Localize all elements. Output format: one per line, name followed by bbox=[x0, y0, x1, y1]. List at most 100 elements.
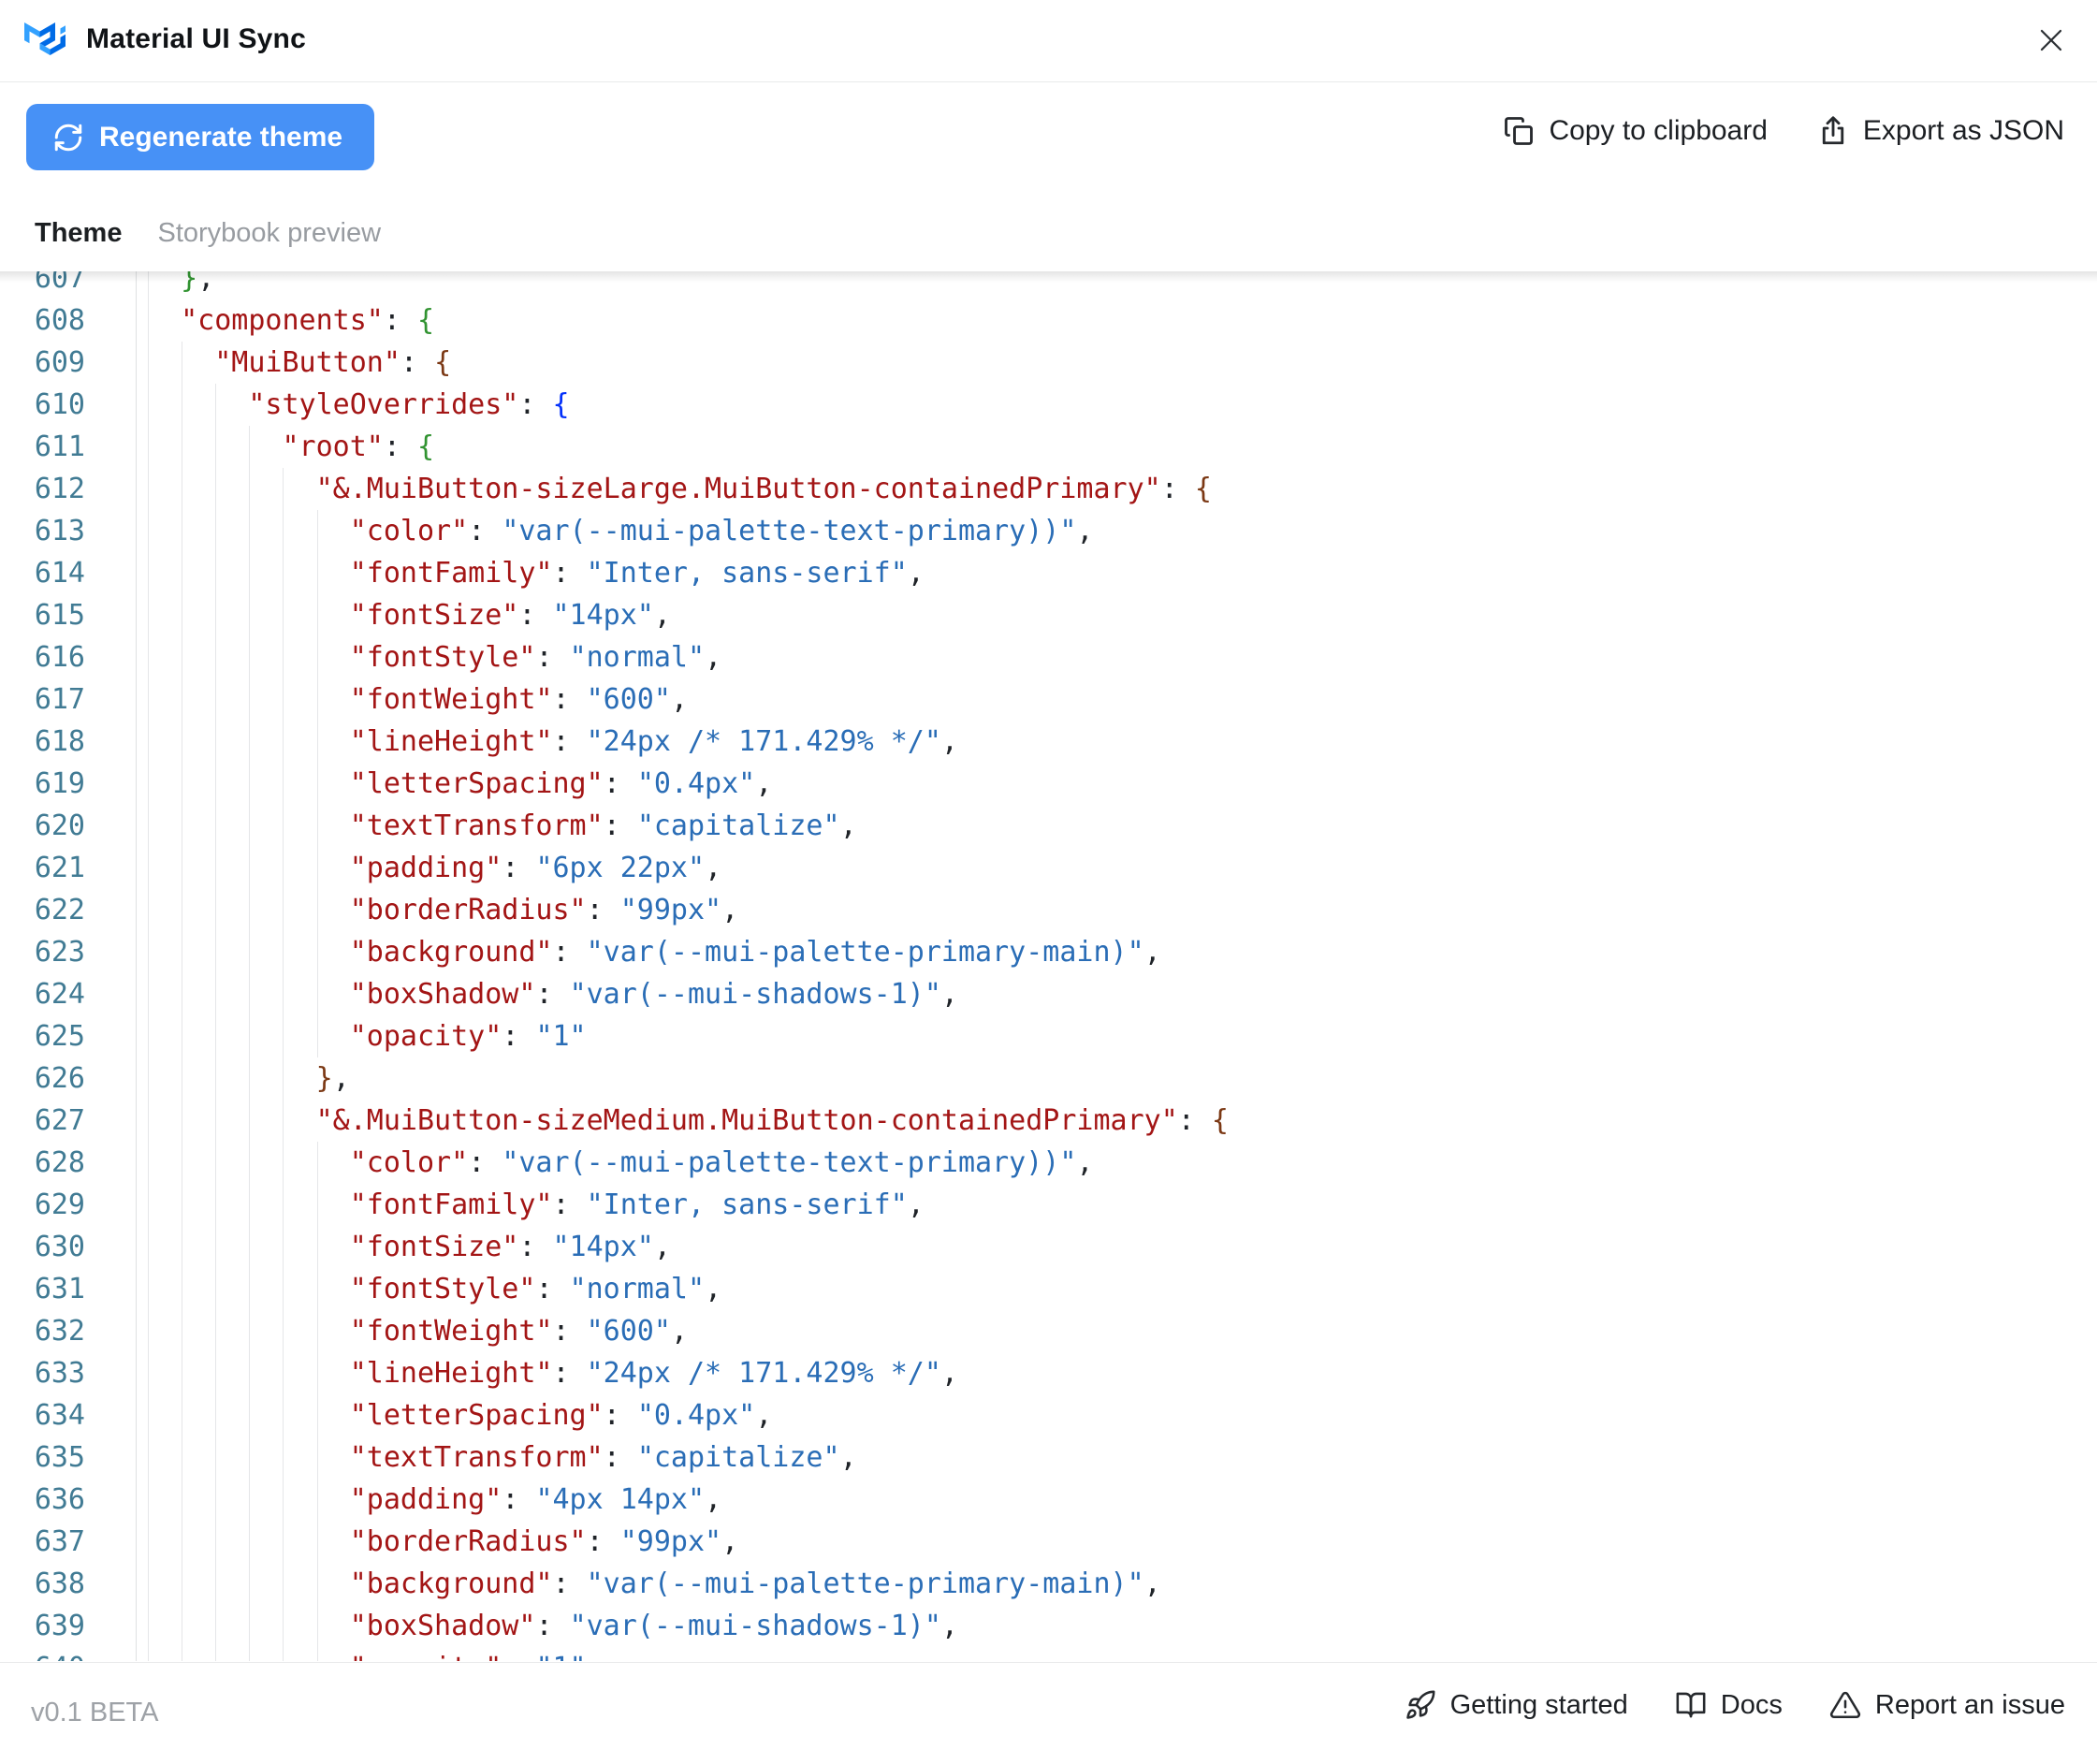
line-content: "fontWeight": "600", bbox=[137, 678, 2097, 721]
code-line-639: 639 "boxShadow": "var(--mui-shadows-1)", bbox=[0, 1605, 2097, 1647]
indent-guide bbox=[215, 1521, 217, 1563]
indent-guide bbox=[148, 805, 149, 847]
indent-guide bbox=[283, 1605, 284, 1647]
indent-guide bbox=[316, 510, 318, 552]
indent-guide bbox=[249, 1436, 251, 1479]
indent-guide bbox=[283, 636, 284, 678]
indent-guide bbox=[249, 805, 251, 847]
line-content: }, bbox=[137, 271, 2097, 299]
copy-to-clipboard-label: Copy to clipboard bbox=[1549, 115, 1768, 146]
code-line-625: 625 "opacity": "1" bbox=[0, 1015, 2097, 1057]
tab-storybook-preview[interactable]: Storybook preview bbox=[157, 218, 381, 249]
indent-guide bbox=[283, 763, 284, 805]
theme-code-editor[interactable]: 607 }, 608 "components": {609 "MuiButton"… bbox=[0, 271, 2097, 1661]
line-number: 632 bbox=[0, 1310, 137, 1352]
indent-guide bbox=[148, 299, 149, 342]
indent-guide bbox=[215, 552, 217, 594]
indent-guide bbox=[148, 847, 149, 889]
indent-guide bbox=[316, 1184, 318, 1226]
indent-guide bbox=[215, 763, 217, 805]
indent-guide bbox=[148, 1563, 149, 1605]
line-number: 611 bbox=[0, 426, 137, 468]
indent-guide bbox=[249, 1226, 251, 1268]
copy-to-clipboard-button[interactable]: Copy to clipboard bbox=[1502, 114, 1768, 148]
indent-guide bbox=[283, 1015, 284, 1057]
indent-guide bbox=[148, 271, 149, 299]
code-line-630: 630 "fontSize": "14px", bbox=[0, 1226, 2097, 1268]
regenerate-theme-button[interactable]: Regenerate theme bbox=[26, 104, 375, 170]
indent-guide bbox=[283, 1142, 284, 1184]
line-content: "lineHeight": "24px /* 171.429% */", bbox=[137, 1352, 2097, 1394]
indent-guide bbox=[283, 678, 284, 721]
indent-guide bbox=[148, 468, 149, 510]
indent-guide bbox=[215, 931, 217, 973]
brand: Material UI Sync bbox=[24, 22, 306, 55]
indent-guide bbox=[215, 594, 217, 636]
line-number: 629 bbox=[0, 1184, 137, 1226]
report-an-issue-link[interactable]: Report an issue bbox=[1829, 1689, 2065, 1721]
indent-guide bbox=[148, 1015, 149, 1057]
code-line-631: 631 "fontStyle": "normal", bbox=[0, 1268, 2097, 1310]
indent-guide bbox=[148, 1226, 149, 1268]
indent-guide bbox=[249, 1394, 251, 1436]
tab-bar: Theme Storybook preview bbox=[35, 218, 381, 249]
indent-guide bbox=[316, 973, 318, 1015]
code-line-607: 607 }, bbox=[0, 271, 2097, 299]
indent-guide bbox=[283, 973, 284, 1015]
code-line-635: 635 "textTransform": "capitalize", bbox=[0, 1436, 2097, 1479]
code-line-617: 617 "fontWeight": "600", bbox=[0, 678, 2097, 721]
line-number: 610 bbox=[0, 384, 137, 426]
indent-guide bbox=[283, 889, 284, 931]
indent-guide bbox=[316, 1521, 318, 1563]
indent-guide bbox=[316, 763, 318, 805]
indent-guide bbox=[215, 678, 217, 721]
line-content: "opacity": "1" bbox=[137, 1647, 2097, 1661]
line-number: 625 bbox=[0, 1015, 137, 1057]
line-content: "fontFamily": "Inter, sans-serif", bbox=[137, 552, 2097, 594]
indent-guide bbox=[249, 721, 251, 763]
warning-icon bbox=[1829, 1689, 1861, 1721]
indent-guide bbox=[316, 1647, 318, 1661]
rocket-icon bbox=[1405, 1689, 1436, 1721]
mui-logo-icon bbox=[24, 22, 66, 55]
indent-guide bbox=[249, 1268, 251, 1310]
line-content: "textTransform": "capitalize", bbox=[137, 1436, 2097, 1479]
code-line-626: 626 }, bbox=[0, 1057, 2097, 1100]
indent-guide bbox=[215, 636, 217, 678]
line-content: "&.MuiButton-sizeMedium.MuiButton-contai… bbox=[137, 1100, 2097, 1142]
indent-guide bbox=[249, 552, 251, 594]
copy-icon bbox=[1502, 114, 1536, 148]
line-content: "borderRadius": "99px", bbox=[137, 1521, 2097, 1563]
indent-guide bbox=[283, 931, 284, 973]
indent-guide bbox=[283, 1563, 284, 1605]
line-number: 624 bbox=[0, 973, 137, 1015]
line-content: "letterSpacing": "0.4px", bbox=[137, 1394, 2097, 1436]
line-number: 619 bbox=[0, 763, 137, 805]
line-number: 608 bbox=[0, 299, 137, 342]
indent-guide bbox=[249, 468, 251, 510]
line-content: "color": "var(--mui-palette-text-primary… bbox=[137, 1142, 2097, 1184]
docs-label: Docs bbox=[1720, 1689, 1783, 1720]
indent-guide bbox=[215, 426, 217, 468]
indent-guide bbox=[215, 721, 217, 763]
indent-guide bbox=[148, 1479, 149, 1521]
indent-guide bbox=[316, 721, 318, 763]
indent-guide bbox=[148, 931, 149, 973]
close-button[interactable] bbox=[2030, 19, 2073, 62]
line-content: "root": { bbox=[137, 426, 2097, 468]
line-number: 640 bbox=[0, 1647, 137, 1661]
tab-theme[interactable]: Theme bbox=[35, 218, 122, 249]
export-as-json-button[interactable]: Export as JSON bbox=[1816, 114, 2064, 148]
line-number: 618 bbox=[0, 721, 137, 763]
indent-guide bbox=[316, 1394, 318, 1436]
indent-guide bbox=[283, 552, 284, 594]
indent-guide bbox=[148, 1394, 149, 1436]
getting-started-link[interactable]: Getting started bbox=[1405, 1689, 1628, 1721]
code-line-627: 627 "&.MuiButton-sizeMedium.MuiButton-co… bbox=[0, 1100, 2097, 1142]
line-number: 634 bbox=[0, 1394, 137, 1436]
indent-guide bbox=[215, 468, 217, 510]
line-number: 616 bbox=[0, 636, 137, 678]
indent-guide bbox=[283, 1057, 284, 1100]
docs-link[interactable]: Docs bbox=[1675, 1689, 1783, 1721]
code-line-637: 637 "borderRadius": "99px", bbox=[0, 1521, 2097, 1563]
